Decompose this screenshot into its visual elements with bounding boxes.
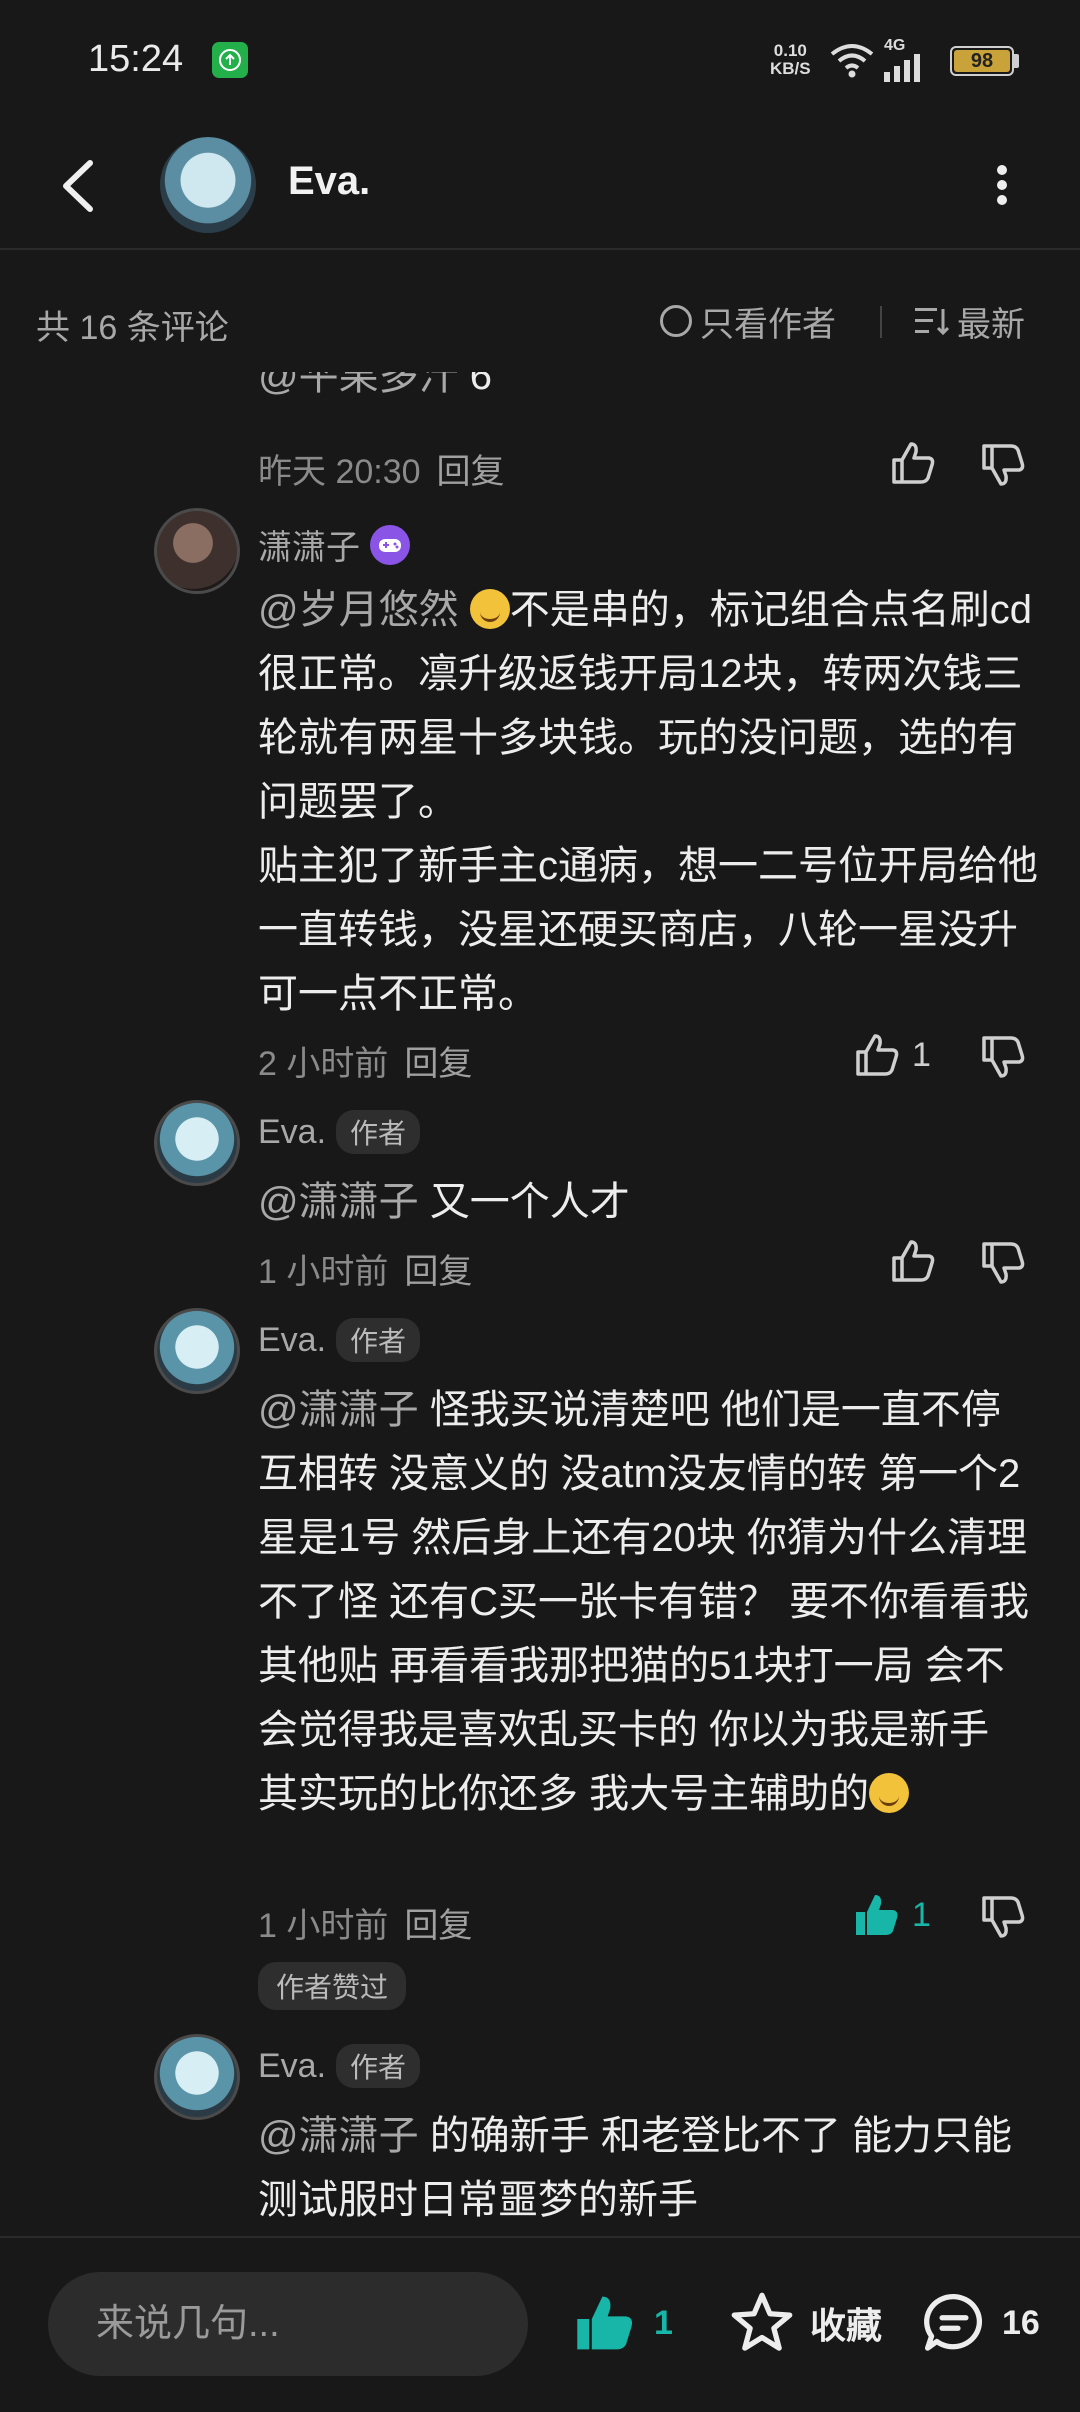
divider <box>880 306 882 338</box>
favorite-label: 收藏 <box>810 2305 883 2346</box>
thumbs-up-icon[interactable] <box>888 1236 938 1286</box>
comment-meta: 昨天 20:30 回复 <box>258 444 505 493</box>
reply-button[interactable]: 回复 <box>404 1898 472 1947</box>
commenter-username[interactable]: Eva. <box>258 1321 326 1360</box>
author-tag: 作者 <box>336 1318 421 1362</box>
comment-time: 1 小时前 <box>258 1907 389 1945</box>
favorite-button[interactable]: 收藏 <box>728 2290 882 2356</box>
thumbs-up-icon[interactable] <box>888 438 938 488</box>
comment-time: 2 小时前 <box>258 1045 389 1083</box>
more-options-icon[interactable] <box>984 155 1020 215</box>
comment-time: 昨天 20:30 <box>258 453 421 491</box>
reply-button[interactable]: 回复 <box>437 444 505 493</box>
post-like-count: 1 <box>654 2303 673 2342</box>
back-arrow-icon[interactable] <box>50 151 110 221</box>
commenter-avatar[interactable] <box>154 2034 240 2120</box>
like-count: 1 <box>912 1895 931 1934</box>
sort-button[interactable]: 最新 <box>915 298 1025 344</box>
thumbs-up-icon <box>856 1034 899 1076</box>
cellular-icon: 4G <box>884 38 934 89</box>
gamepad-badge-icon <box>370 524 410 565</box>
reply-button[interactable]: 回复 <box>404 1036 472 1085</box>
commenter-name[interactable]: Eva. 作者 <box>258 1318 421 1362</box>
thumbs-up-filled-icon <box>577 2296 633 2350</box>
net-speed: 0.10 KB/S <box>770 42 811 78</box>
mention[interactable]: @潇潇子 <box>258 1388 419 1432</box>
comment-count: 共 16 条评论 <box>36 309 229 347</box>
comment-body: @潇潇子 的确新手 和老登比不了 能力只能测试服时日常噩梦的新手 <box>258 2104 1038 2232</box>
commenter-username[interactable]: Eva. <box>258 1113 326 1152</box>
author-liked-badge: 作者赞过 <box>258 1962 407 2010</box>
commenter-username[interactable]: Eva. <box>258 2047 326 2086</box>
thumbs-down-icon[interactable] <box>978 440 1028 490</box>
only-author-toggle[interactable]: 只看作者 <box>660 298 836 344</box>
only-author-label: 只看作者 <box>700 305 836 344</box>
commenter-name[interactable]: Eva. 作者 <box>258 2044 421 2088</box>
comment-meta: 1 小时前 回复 <box>258 1898 472 1947</box>
comment-bubble-icon <box>924 2293 983 2351</box>
comment-body: @潇潇子 怪我买说清楚吧 他们是一直不停互相转 没意义的 没atm没友情的转 第… <box>258 1378 1038 1826</box>
commenter-name[interactable]: 潇潇子 <box>258 520 410 569</box>
like-button[interactable]: 1 <box>852 1030 931 1080</box>
post-like-button[interactable]: 1 <box>570 2290 673 2356</box>
net-speed-unit: KB/S <box>770 59 811 78</box>
thumbs-down-icon[interactable] <box>978 1892 1028 1942</box>
comment-meta: 2 小时前 回复 <box>258 1036 472 1085</box>
commenter-avatar[interactable] <box>154 1100 240 1186</box>
comment-text: 贴主犯了新手主c通病，想一二号位开局给他一直转钱，没星还硬买商店，八轮一星没升可… <box>258 844 1038 1016</box>
smiling-emoji-icon <box>469 589 510 629</box>
mention[interactable]: @潇潇子 <box>258 1180 419 1224</box>
header-title: Eva. <box>288 159 371 203</box>
like-count: 1 <box>912 1035 931 1074</box>
comment-text: 怪我买说清楚吧 他们是一直不停互相转 没意义的 没atm没友情的转 第一个2星是… <box>258 1388 1030 1816</box>
comment-text: 又一个人才 <box>429 1180 630 1224</box>
network-type: 4G <box>884 37 906 54</box>
mention[interactable]: @岁月悠然 <box>258 588 459 632</box>
thumbs-down-icon[interactable] <box>978 1032 1028 1082</box>
comment-body: @平果多汁 6 <box>258 372 1038 416</box>
comment-meta: 1 小时前 回复 <box>258 1244 472 1293</box>
thumbs-down-icon[interactable] <box>978 1238 1028 1288</box>
comment-text: 6 <box>469 372 492 398</box>
wifi-icon <box>830 44 874 78</box>
sort-icon <box>915 308 949 336</box>
commenter-avatar[interactable] <box>154 1308 240 1394</box>
notification-icon <box>212 42 248 78</box>
radio-circle-icon <box>660 305 692 337</box>
sort-label: 最新 <box>957 305 1025 344</box>
grinning-emoji-icon <box>869 1773 910 1813</box>
commenter-username[interactable]: 潇潇子 <box>258 520 360 569</box>
comment-time: 1 小时前 <box>258 1253 389 1291</box>
status-time: 15:24 <box>88 38 184 80</box>
net-speed-value: 0.10 <box>773 41 807 60</box>
comment-body: @潇潇子 又一个人才 <box>258 1170 1038 1234</box>
mention[interactable]: @平果多汁 <box>258 372 459 398</box>
comment-body: @岁月悠然 不是串的，标记组合点名刷cd很正常。凛升级返钱开局12块，转两次钱三… <box>258 578 1038 1026</box>
commenter-avatar[interactable] <box>154 508 240 594</box>
mention[interactable]: @潇潇子 <box>258 2114 419 2158</box>
comment-input[interactable]: 来说几句... <box>48 2272 528 2376</box>
bottom-bar: 来说几句... 1 收藏 16 <box>0 2236 1080 2412</box>
comment-total: 16 <box>1002 2303 1040 2342</box>
star-icon <box>731 2292 793 2351</box>
thumbs-up-filled-icon <box>856 1895 898 1935</box>
author-tag: 作者 <box>336 1110 421 1154</box>
reply-button[interactable]: 回复 <box>404 1244 472 1293</box>
commenter-name[interactable]: Eva. 作者 <box>258 1110 421 1154</box>
like-button[interactable]: 1 <box>852 1890 931 1940</box>
battery-level: 98 <box>970 50 994 72</box>
header: Eva. <box>0 125 1080 250</box>
author-tag: 作者 <box>336 2044 421 2088</box>
status-bar: 15:24 0.10 KB/S 4G 98 <box>0 0 1080 125</box>
comments-button[interactable]: 16 <box>920 2290 1040 2356</box>
battery-icon: 98 <box>950 46 1014 76</box>
header-avatar[interactable] <box>160 137 256 233</box>
